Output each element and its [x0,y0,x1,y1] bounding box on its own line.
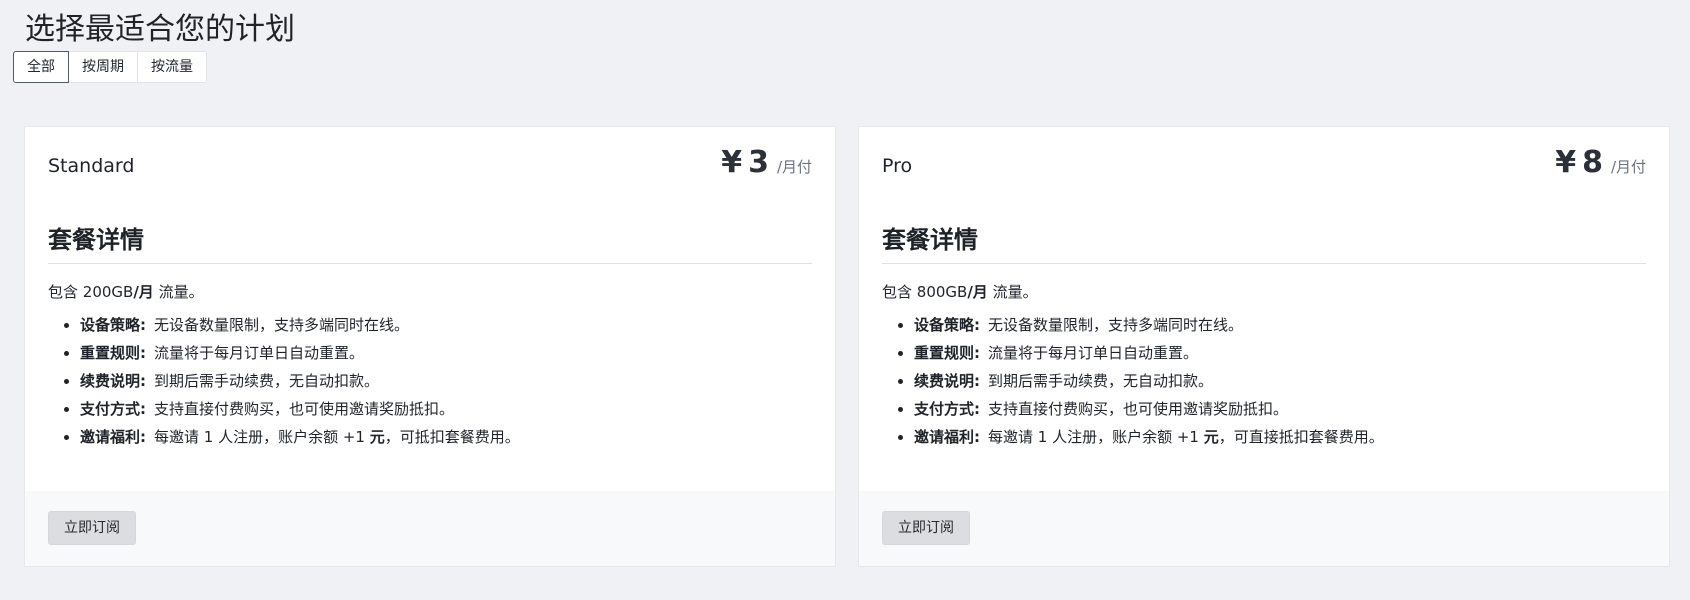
plan-name: Standard [48,155,135,177]
feature-label: 邀请福利: [914,428,980,446]
feature-label: 重置规则: [914,344,980,362]
subscribe-button[interactable]: 立即订阅 [882,511,970,545]
plan-card-pro: Pro ¥ 8 /月付 套餐详情 包含 800GB/月 流量。 设备策略: 无设备… [858,126,1670,567]
feature-text-bold: 元 [1203,428,1219,446]
traffic-prefix: 包含 [48,283,83,301]
section-title: 套餐详情 [48,226,144,254]
tab-all[interactable]: 全部 [13,51,69,83]
feature-renewal: 续费说明: 到期后需手动续费，无自动扣款。 [80,367,520,395]
feature-payment: 支付方式: 支持直接付费购买，也可使用邀请奖励抵扣。 [80,395,520,423]
feature-text: 流量将于每月订单日自动重置。 [988,344,1199,362]
feature-label: 设备策略: [80,316,146,334]
subscribe-button[interactable]: 立即订阅 [48,511,136,545]
traffic-suffix: 流量。 [153,283,204,301]
feature-invite-reward: 邀请福利: 每邀请 1 人注册，账户余额 +1 元，可直接抵扣套餐费用。 [914,423,1384,451]
price-amount: 8 [1582,145,1603,180]
feature-device-policy: 设备策略: 无设备数量限制，支持多端同时在线。 [914,311,1384,339]
feature-text-end: ，可直接抵扣套餐费用。 [1218,428,1384,446]
traffic-unit: /月 [967,283,988,301]
traffic-prefix: 包含 [882,283,917,301]
feature-invite-reward: 邀请福利: 每邀请 1 人注册，账户余额 +1 元，可抵扣套餐费用。 [80,423,520,451]
feature-text: 无设备数量限制，支持多端同时在线。 [154,316,410,334]
filter-tabs: 全部 按周期 按流量 [13,51,207,83]
feature-text: 到期后需手动续费，无自动扣款。 [154,372,380,390]
feature-text-bold: 元 [369,428,385,446]
traffic-unit: /月 [133,283,154,301]
price-amount: 3 [748,145,769,180]
feature-text: 每邀请 1 人注册，账户余额 +1 [988,428,1204,446]
plan-card-standard: Standard ¥ 3 /月付 套餐详情 包含 200GB/月 流量。 设备策… [24,126,836,567]
traffic-amount: 200GB [82,283,134,301]
feature-list: 设备策略: 无设备数量限制，支持多端同时在线。 重置规则: 流量将于每月订单日自动重… [48,311,520,451]
feature-text: 到期后需手动续费，无自动扣款。 [988,372,1214,390]
feature-text: 无设备数量限制，支持多端同时在线。 [988,316,1244,334]
feature-label: 支付方式: [80,400,146,418]
feature-reset-rule: 重置规则: 流量将于每月订单日自动重置。 [80,339,520,367]
traffic-amount: 800GB [916,283,968,301]
feature-text: 每邀请 1 人注册，账户余额 +1 [154,428,370,446]
feature-payment: 支付方式: 支持直接付费购买，也可使用邀请奖励抵扣。 [914,395,1384,423]
feature-label: 邀请福利: [80,428,146,446]
feature-list: 设备策略: 无设备数量限制，支持多端同时在线。 重置规则: 流量将于每月订单日自动重… [882,311,1384,451]
feature-renewal: 续费说明: 到期后需手动续费，无自动扣款。 [914,367,1384,395]
divider [48,263,812,264]
plan-card-footer: 立即订阅 [859,491,1669,566]
traffic-description: 包含 200GB/月 流量。 [48,281,204,303]
section-title: 套餐详情 [882,226,978,254]
price-period: /月付 [1610,158,1646,176]
feature-reset-rule: 重置规则: 流量将于每月订单日自动重置。 [914,339,1384,367]
currency-symbol: ¥ [721,145,743,180]
feature-text: 流量将于每月订单日自动重置。 [154,344,365,362]
feature-label: 续费说明: [914,372,980,390]
plan-price: ¥ 8 /月付 [1555,145,1646,180]
feature-text: 支持直接付费购买，也可使用邀请奖励抵扣。 [154,400,455,418]
traffic-suffix: 流量。 [987,283,1038,301]
page-title: 选择最适合您的计划 [25,12,295,47]
price-period: /月付 [776,158,812,176]
feature-label: 设备策略: [914,316,980,334]
traffic-description: 包含 800GB/月 流量。 [882,281,1038,303]
plan-card-footer: 立即订阅 [25,491,835,566]
plan-name: Pro [882,155,913,177]
feature-text: 支持直接付费购买，也可使用邀请奖励抵扣。 [988,400,1289,418]
tab-by-period[interactable]: 按周期 [68,51,138,83]
feature-label: 续费说明: [80,372,146,390]
tab-by-traffic[interactable]: 按流量 [137,51,207,83]
feature-text-end: ，可抵扣套餐费用。 [384,428,520,446]
currency-symbol: ¥ [1555,145,1577,180]
feature-label: 支付方式: [914,400,980,418]
feature-label: 重置规则: [80,344,146,362]
feature-device-policy: 设备策略: 无设备数量限制，支持多端同时在线。 [80,311,520,339]
plan-price: ¥ 3 /月付 [721,145,812,180]
divider [882,263,1646,264]
